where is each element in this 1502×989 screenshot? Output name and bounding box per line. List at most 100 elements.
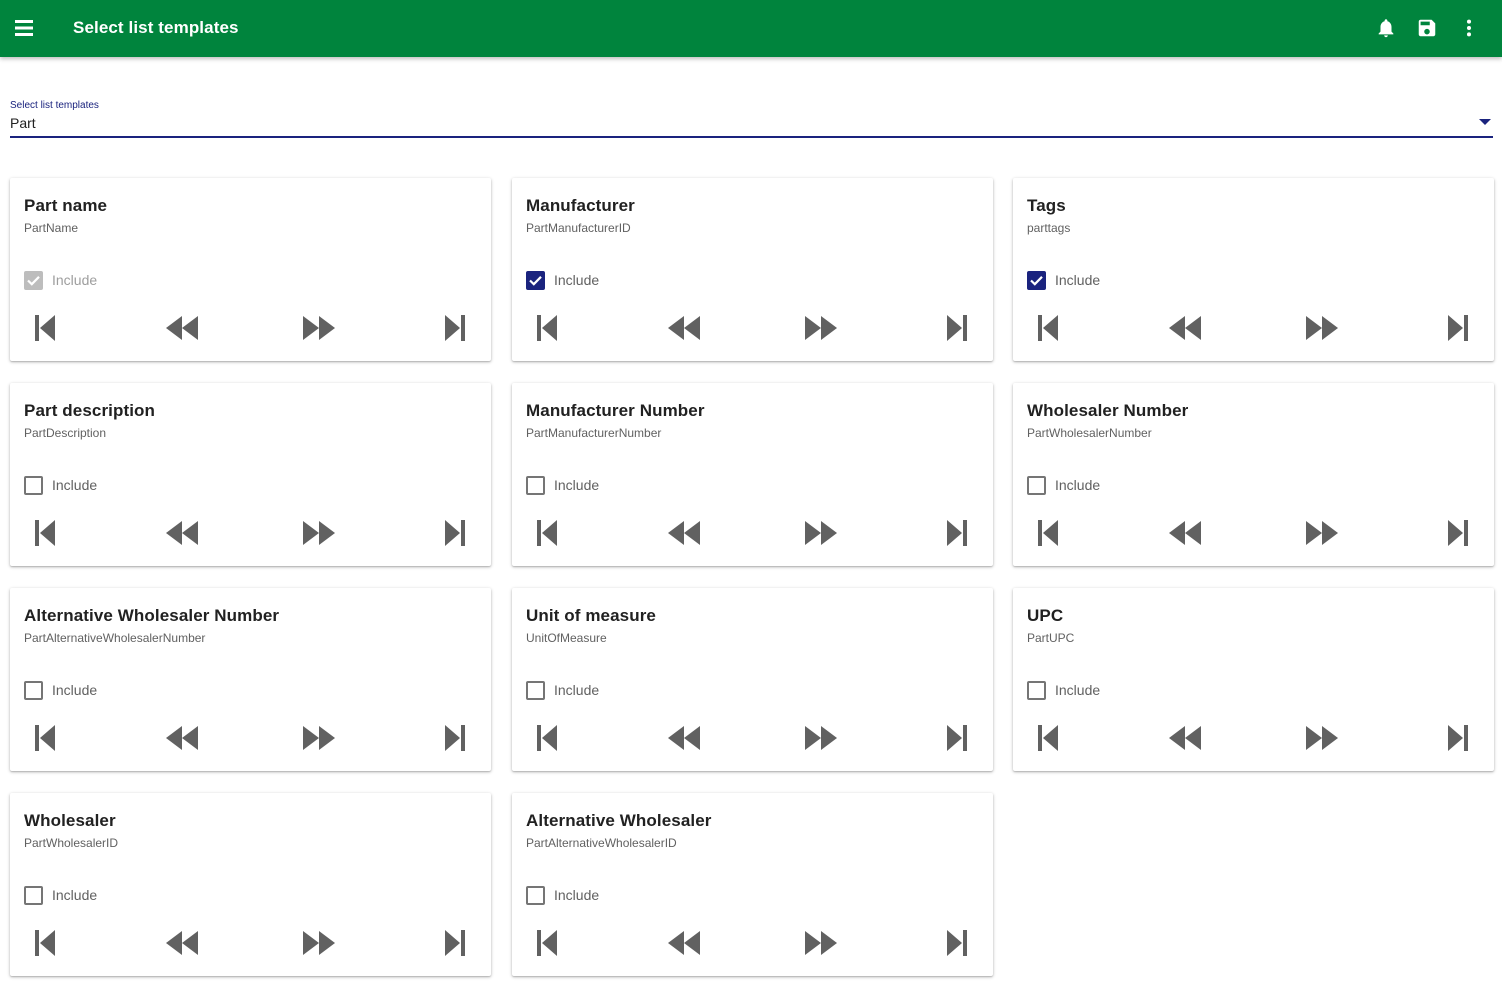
field-card: UPC PartUPC Include (1013, 588, 1494, 771)
menu-button[interactable] (12, 16, 36, 40)
move-first-button[interactable] (27, 722, 63, 754)
move-forward-button[interactable] (301, 722, 337, 754)
field-card: Part description PartDescription Include (10, 383, 491, 566)
card-title: Wholesaler (24, 811, 116, 830)
include-checkbox[interactable]: Include (24, 475, 97, 495)
move-back-button[interactable] (164, 927, 200, 959)
move-forward-button[interactable] (1304, 722, 1340, 754)
include-checkbox[interactable]: Include (1027, 270, 1100, 290)
include-checkbox[interactable]: Include (526, 680, 599, 700)
skip-last-icon (445, 930, 465, 956)
move-back-button[interactable] (666, 927, 702, 959)
move-last-button[interactable] (939, 722, 975, 754)
template-select[interactable]: Select list templates Part (10, 98, 1493, 138)
move-last-button[interactable] (437, 517, 473, 549)
field-card: Manufacturer Number PartManufacturerNumbe… (512, 383, 993, 566)
move-last-button[interactable] (1440, 722, 1476, 754)
rewind-icon (668, 931, 700, 955)
card-title: Alternative Wholesaler (526, 811, 712, 830)
move-forward-button[interactable] (301, 927, 337, 959)
move-last-button[interactable] (437, 722, 473, 754)
include-checkbox[interactable]: Include (24, 885, 97, 905)
skip-first-icon (1038, 520, 1058, 546)
checkbox-icon (526, 680, 545, 700)
checkbox-icon (1027, 475, 1046, 495)
move-first-button[interactable] (1030, 722, 1066, 754)
card-title: UPC (1027, 606, 1064, 625)
include-checkbox[interactable]: Include (1027, 475, 1100, 495)
move-first-button[interactable] (529, 927, 565, 959)
move-first-button[interactable] (529, 517, 565, 549)
move-back-button[interactable] (666, 722, 702, 754)
rewind-icon (1169, 316, 1201, 340)
field-card: Alternative Wholesaler PartAlternativeWho… (512, 793, 993, 976)
fast-forward-icon (1306, 726, 1338, 750)
move-back-button[interactable] (164, 312, 200, 344)
move-back-button[interactable] (1167, 312, 1203, 344)
fast-forward-icon (805, 316, 837, 340)
move-forward-button[interactable] (1304, 312, 1340, 344)
skip-last-icon (947, 520, 967, 546)
move-first-button[interactable] (529, 312, 565, 344)
move-forward-button[interactable] (301, 312, 337, 344)
move-forward-button[interactable] (803, 312, 839, 344)
fast-forward-icon (303, 931, 335, 955)
move-last-button[interactable] (1440, 517, 1476, 549)
field-card: Wholesaler PartWholesalerID Include (10, 793, 491, 976)
card-field-name: PartUPC (1027, 631, 1075, 645)
skip-first-icon (35, 725, 55, 751)
move-first-button[interactable] (27, 517, 63, 549)
card-field-name: PartManufacturerID (526, 221, 631, 235)
move-first-button[interactable] (1030, 517, 1066, 549)
move-last-button[interactable] (939, 517, 975, 549)
move-back-button[interactable] (1167, 517, 1203, 549)
fast-forward-icon (1306, 316, 1338, 340)
card-title: Tags (1027, 196, 1066, 215)
move-last-button[interactable] (939, 927, 975, 959)
move-back-button[interactable] (1167, 722, 1203, 754)
fast-forward-icon (303, 521, 335, 545)
checkbox-icon (24, 680, 43, 700)
notifications-button[interactable] (1374, 16, 1398, 40)
move-last-button[interactable] (437, 927, 473, 959)
move-forward-button[interactable] (803, 517, 839, 549)
include-checkbox[interactable]: Include (1027, 680, 1100, 700)
move-first-button[interactable] (27, 312, 63, 344)
move-back-button[interactable] (164, 722, 200, 754)
field-card: Manufacturer PartManufacturerID Include (512, 178, 993, 361)
more-vert-icon (1466, 19, 1472, 37)
move-first-button[interactable] (27, 927, 63, 959)
include-label: Include (52, 477, 98, 493)
rewind-icon (668, 521, 700, 545)
move-first-button[interactable] (529, 722, 565, 754)
move-last-button[interactable] (939, 312, 975, 344)
include-checkbox[interactable]: Include (24, 680, 97, 700)
card-title: Part name (24, 196, 108, 215)
move-last-button[interactable] (1440, 312, 1476, 344)
move-back-button[interactable] (666, 312, 702, 344)
select-value: Part (10, 115, 36, 131)
move-forward-button[interactable] (301, 517, 337, 549)
skip-first-icon (1038, 315, 1058, 341)
include-label: Include (554, 887, 600, 903)
skip-last-icon (445, 725, 465, 751)
include-checkbox[interactable]: Include (526, 475, 599, 495)
card-title: Alternative Wholesaler Number (24, 606, 280, 625)
more-options-button[interactable] (1457, 16, 1481, 40)
include-checkbox[interactable]: Include (526, 270, 599, 290)
move-forward-button[interactable] (803, 927, 839, 959)
field-card: Tags parttags Include (1013, 178, 1494, 361)
rewind-icon (668, 316, 700, 340)
include-label: Include (52, 272, 98, 288)
app-bar: Select list templates (0, 0, 1502, 57)
include-label: Include (1055, 682, 1101, 698)
save-button[interactable] (1415, 16, 1439, 40)
include-checkbox[interactable]: Include (526, 885, 599, 905)
move-back-button[interactable] (666, 517, 702, 549)
move-forward-button[interactable] (803, 722, 839, 754)
fast-forward-icon (303, 316, 335, 340)
move-back-button[interactable] (164, 517, 200, 549)
move-first-button[interactable] (1030, 312, 1066, 344)
move-forward-button[interactable] (1304, 517, 1340, 549)
move-last-button[interactable] (437, 312, 473, 344)
